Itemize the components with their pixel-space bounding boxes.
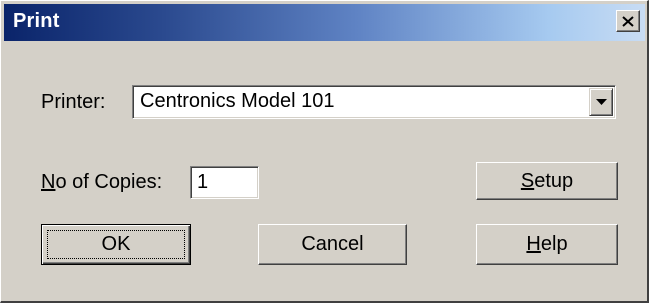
copies-label-mnemonic: N: [41, 171, 56, 193]
close-button[interactable]: [616, 10, 640, 32]
cancel-label: Cancel: [301, 233, 364, 255]
title-bar[interactable]: Print: [4, 4, 645, 41]
help-mnemonic: H: [526, 233, 541, 255]
copies-value: 1: [197, 171, 209, 193]
help-label-rest: elp: [540, 233, 568, 255]
printer-label: Printer:: [41, 91, 106, 113]
chevron-down-icon: [595, 99, 607, 105]
ok-button[interactable]: OK: [41, 224, 191, 265]
setup-mnemonic: S: [520, 169, 535, 192]
close-icon: [622, 15, 634, 27]
setup-button[interactable]: Setup: [476, 162, 618, 200]
cancel-button[interactable]: Cancel: [258, 224, 407, 265]
copies-label-rest: o of Copies:: [55, 171, 163, 193]
help-button[interactable]: Help: [476, 224, 618, 265]
ok-label: OK: [101, 233, 131, 255]
print-dialog: Print Printer: Centronics Model 101 No o…: [0, 0, 649, 303]
printer-select[interactable]: Centronics Model 101: [132, 85, 616, 119]
setup-label-rest: etup: [534, 169, 574, 192]
copies-label: No of Copies:: [41, 171, 162, 194]
printer-selected-value: Centronics Model 101: [140, 90, 335, 112]
printer-dropdown-button[interactable]: [589, 88, 613, 116]
copies-input[interactable]: 1: [190, 166, 259, 199]
window-title: Print: [13, 10, 60, 32]
